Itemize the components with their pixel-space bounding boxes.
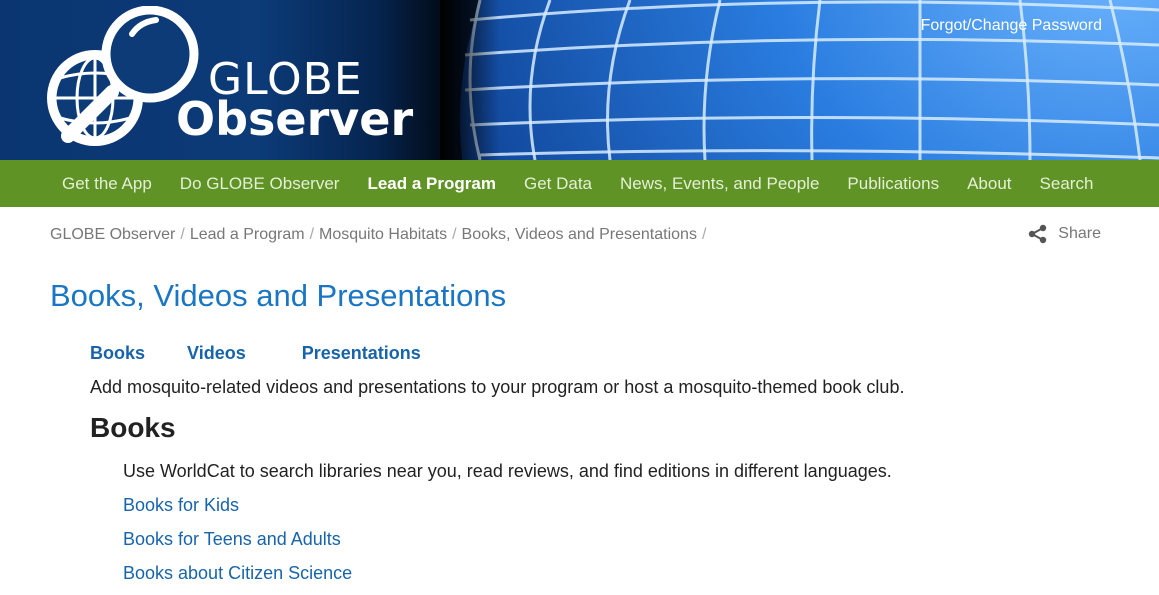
main-nav: Get the App Do GLOBE Observer Lead a Pro… <box>0 160 1159 207</box>
forgot-password-link[interactable]: Forgot/Change Password <box>921 17 1102 35</box>
link-books-for-teens-adults[interactable]: Books for Teens and Adults <box>123 529 352 563</box>
breadcrumb-separator: / <box>701 226 707 243</box>
breadcrumb-item-globe-observer[interactable]: GLOBE Observer <box>50 226 175 244</box>
breadcrumb-item-mosquito-habitats[interactable]: Mosquito Habitats <box>319 226 447 244</box>
globe-observer-logo[interactable]: GLOBE Observer <box>40 6 460 156</box>
nav-item-get-data[interactable]: Get Data <box>510 160 606 207</box>
share-icon <box>1029 224 1047 244</box>
jump-link-videos[interactable]: Videos <box>187 343 246 364</box>
book-links-list: Books for Kids Books for Teens and Adult… <box>123 495 352 595</box>
jump-link-books[interactable]: Books <box>90 343 145 364</box>
nav-item-lead-a-program[interactable]: Lead a Program <box>353 160 510 207</box>
section-jump-links: Books Videos Presentations <box>90 343 463 364</box>
nav-item-get-the-app[interactable]: Get the App <box>48 160 166 207</box>
nav-item-do-globe-observer[interactable]: Do GLOBE Observer <box>166 160 354 207</box>
breadcrumb-separator: / <box>452 226 457 243</box>
nav-item-publications[interactable]: Publications <box>833 160 953 207</box>
section-heading-books: Books <box>90 412 176 443</box>
breadcrumb-item-current: Books, Videos and Presentations <box>461 226 697 243</box>
nav-item-search[interactable]: Search <box>1026 160 1108 207</box>
nav-item-about[interactable]: About <box>953 160 1025 207</box>
share-button[interactable]: Share <box>1028 224 1101 244</box>
share-label: Share <box>1058 225 1101 242</box>
breadcrumb-separator: / <box>309 226 315 243</box>
link-books-for-kids[interactable]: Books for Kids <box>123 495 352 529</box>
books-description: Use WorldCat to search libraries near yo… <box>123 461 892 481</box>
link-books-citizen-science[interactable]: Books about Citizen Science <box>123 563 352 595</box>
jump-link-presentations[interactable]: Presentations <box>302 343 421 364</box>
nav-item-news-events-people[interactable]: News, Events, and People <box>606 160 833 207</box>
intro-text: Add mosquito-related videos and presenta… <box>90 377 905 397</box>
site-header: GLOBE Observer Forgot/Change Password <box>0 0 1159 160</box>
breadcrumb-separator: / <box>180 226 185 243</box>
breadcrumb: GLOBE Observer / Lead a Program / Mosqui… <box>50 226 711 244</box>
page-title: Books, Videos and Presentations <box>50 278 507 313</box>
logo-text-observer: Observer <box>176 92 414 146</box>
breadcrumb-item-lead-a-program[interactable]: Lead a Program <box>190 226 305 244</box>
